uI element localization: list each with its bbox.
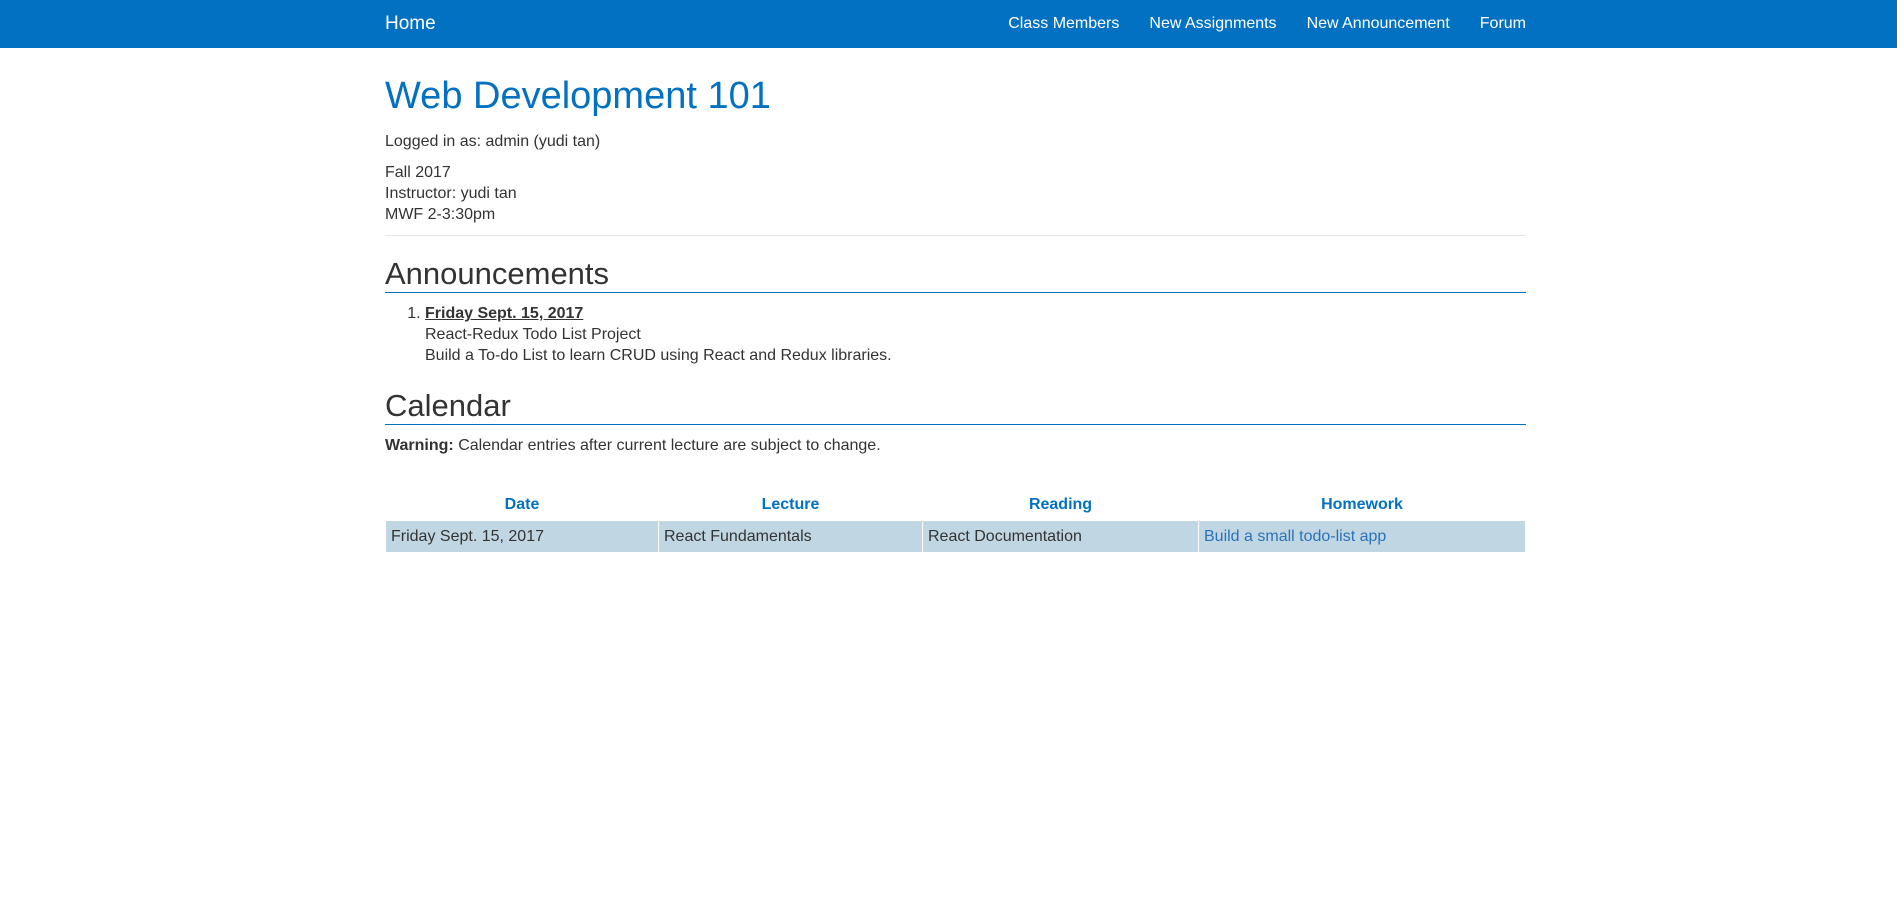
logged-in-status: Logged in as: admin (yudi tan) — [385, 133, 601, 150]
warning-label: Warning: — [385, 437, 454, 454]
calendar-heading: Calendar — [385, 388, 1526, 425]
warning-text: Calendar entries after current lecture a… — [458, 437, 881, 454]
announcement-item: Friday Sept. 15, 2017 React-Redux Todo L… — [425, 303, 1526, 366]
column-header-reading: Reading — [1028, 496, 1093, 513]
nav-link-forum[interactable]: Forum — [1480, 15, 1526, 33]
column-header-date: Date — [504, 496, 540, 513]
column-header-lecture: Lecture — [761, 496, 820, 513]
home-link[interactable]: Home — [385, 13, 436, 35]
announcement-body: Build a To-do List to learn CRUD using R… — [425, 347, 892, 364]
announcement-title: React-Redux Todo List Project — [425, 326, 641, 343]
nav-link-class-members[interactable]: Class Members — [1008, 15, 1119, 33]
announcements-heading: Announcements — [385, 256, 1526, 293]
cell-reading: React Documentation — [923, 521, 1198, 552]
nav-links: Class Members New Assignments New Announ… — [978, 15, 1526, 33]
course-term: Fall 2017 — [385, 164, 451, 181]
table-header-row: Date Lecture Reading Homework — [386, 490, 1525, 520]
announcements-list: Friday Sept. 15, 2017 React-Redux Todo L… — [385, 303, 1526, 366]
nav-link-new-assignments[interactable]: New Assignments — [1149, 15, 1276, 33]
calendar-warning: Warning: Calendar entries after current … — [385, 437, 1526, 455]
top-navbar: Home Class Members New Assignments New A… — [0, 0, 1897, 48]
page-title: Web Development 101 — [385, 75, 771, 117]
column-header-homework: Homework — [1321, 496, 1403, 513]
course-instructor: Instructor: yudi tan — [385, 185, 517, 202]
nav-link-new-announcement[interactable]: New Announcement — [1307, 15, 1450, 33]
navbar-inner: Home Class Members New Assignments New A… — [385, 0, 1526, 48]
course-schedule: MWF 2-3:30pm — [385, 206, 496, 223]
section-divider — [385, 235, 1526, 236]
course-info: Fall 2017 Instructor: yudi tan MWF 2-3:3… — [385, 162, 1526, 225]
table-row: Friday Sept. 15, 2017 React Fundamentals… — [386, 521, 1525, 552]
main-content: Web Development 101 Logged in as: admin … — [385, 48, 1526, 553]
homework-link[interactable]: Build a small todo-list app — [1204, 528, 1386, 545]
calendar-table: Date Lecture Reading Homework Friday Sep… — [385, 489, 1526, 553]
cell-date: Friday Sept. 15, 2017 — [386, 521, 658, 552]
cell-lecture: React Fundamentals — [659, 521, 922, 552]
announcement-date[interactable]: Friday Sept. 15, 2017 — [425, 303, 1526, 324]
cell-homework: Build a small todo-list app — [1199, 521, 1525, 552]
